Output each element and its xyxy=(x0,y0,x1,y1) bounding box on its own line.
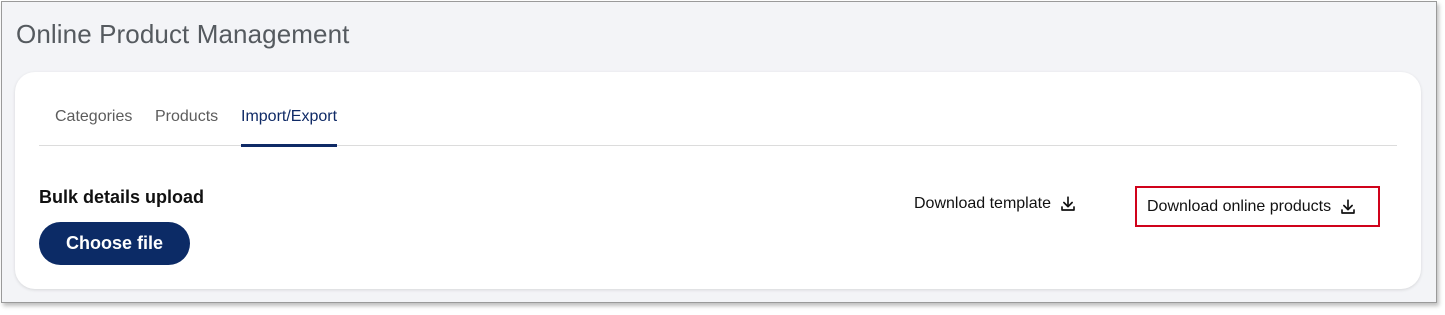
tab-categories[interactable]: Categories xyxy=(55,108,132,146)
download-icon xyxy=(1061,196,1075,211)
tab-bar: Categories Products Import/Export xyxy=(39,96,1397,147)
app-window: Online Product Management Categories Pro… xyxy=(1,1,1437,303)
download-online-products-link[interactable]: Download online products xyxy=(1135,186,1380,227)
download-template-link[interactable]: Download template xyxy=(914,195,1077,213)
page-title: Online Product Management xyxy=(16,19,350,49)
download-online-products-label: Download online products xyxy=(1147,197,1332,215)
choose-file-button[interactable]: Choose file xyxy=(39,222,190,265)
tab-products[interactable]: Products xyxy=(155,108,218,146)
bulk-upload-title: Bulk details upload xyxy=(39,187,205,207)
tab-import-export[interactable]: Import/Export xyxy=(241,108,338,147)
download-icon xyxy=(1341,198,1355,214)
download-template-label: Download template xyxy=(914,195,1051,212)
import-export-card: Categories Products Import/Export Bulk d… xyxy=(15,72,1421,289)
